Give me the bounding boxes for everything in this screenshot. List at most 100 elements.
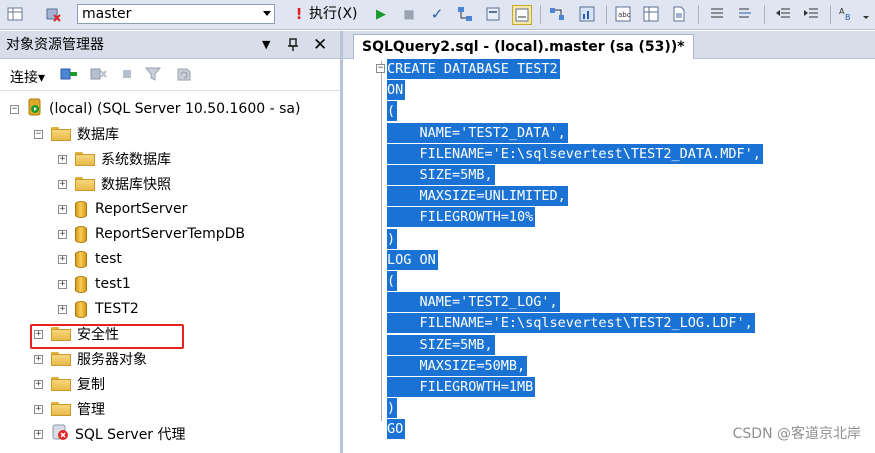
database-icon [75,250,87,268]
expand-icon[interactable]: + [58,179,67,189]
comment-icon[interactable] [708,5,726,23]
results-grid-icon[interactable] [6,5,24,23]
database-icon [75,275,87,293]
code-line: LOG ON [387,249,438,270]
connect-explorer-icon[interactable] [60,66,78,84]
expand-icon[interactable]: + [34,379,43,389]
code-line: SIZE=5MB, [387,334,495,355]
tree-node-label: 服务器对象 [77,352,147,368]
parse-check-icon[interactable]: ✓ [428,5,446,23]
database-selector[interactable]: master [77,4,275,24]
tree-node[interactable]: + test1 [58,273,131,295]
pin-icon[interactable] [287,31,299,59]
tree-node-label: test1 [95,276,131,292]
database-icon [75,225,87,243]
tree-node[interactable]: + ReportServer [58,198,187,220]
tree-node[interactable]: + 服务器对象 [34,348,147,370]
expand-icon[interactable]: + [58,304,67,314]
connect-button[interactable]: 连接▾ [10,67,45,87]
code-line: FILEGROWTH=1MB [387,377,536,397]
database-icon [75,300,87,318]
code-line: ( [387,101,398,122]
client-statistics-icon[interactable] [578,5,596,23]
exclamation-icon: ! [295,5,303,23]
tree-node-label: (local) (SQL Server 10.50.1600 - sa) [49,101,301,117]
expand-icon[interactable]: + [34,404,43,414]
collapse-icon[interactable]: − [10,104,19,114]
folder-icon [75,177,95,191]
results-grid-toggle-icon[interactable] [642,5,660,23]
stop-icon[interactable]: ■ [400,5,418,23]
expand-icon[interactable]: + [58,279,67,289]
chevron-down-icon [263,11,271,16]
object-explorer-panel: 对象资源管理器 ▼ ✕ 连接▾ − (local) (SQL Server 10.… [0,31,343,453]
specify-values-icon[interactable]: AB [838,5,856,23]
sql-agent-icon [51,423,69,445]
tree-node-label: TEST2 [95,301,139,317]
code-line: ) [387,228,398,249]
disconnect-icon[interactable] [90,66,108,84]
code-line: ( [387,271,398,291]
code-line: ) [387,398,398,419]
code-line: MAXSIZE=50MB, [387,355,528,376]
tree-node[interactable]: − 数据库 [34,123,119,145]
window-position-icon[interactable]: ▼ [262,31,270,59]
toolbar-overflow-icon[interactable] [860,5,872,23]
code-line: NAME='TEST2_LOG', [387,292,560,313]
query-editor: SQLQuery2.sql - (local).master (sa (53))… [343,31,875,453]
tree-node[interactable]: + SQL Server 代理 [34,423,186,445]
code-line: CREATE DATABASE TEST2 [387,59,560,79]
code-line: GO [387,419,406,440]
debug-play-icon[interactable]: ▶ [372,5,390,23]
tree-node-label: ReportServerTempDB [95,226,246,242]
expand-icon[interactable]: + [58,154,67,164]
expand-icon[interactable]: + [58,254,67,264]
decrease-indent-icon[interactable] [774,5,792,23]
tree-node-label: 数据库 [77,127,119,143]
uncomment-icon[interactable] [736,5,754,23]
collapse-region-icon[interactable]: − [376,64,385,73]
increase-indent-icon[interactable] [802,5,820,23]
tree-node-label: ReportServer [95,201,188,217]
estimated-plan-icon[interactable] [456,5,474,23]
expand-icon[interactable]: + [58,204,67,214]
toolbar-separator [830,5,831,24]
tree-node[interactable]: + test [58,248,122,270]
tree-node[interactable]: + ReportServerTempDB [58,223,245,245]
tree-node-label: 管理 [77,402,105,418]
execute-button[interactable]: 执行(X) [309,5,358,23]
tab-sqlquery2[interactable]: SQLQuery2.sql - (local).master (sa (53))… [353,34,694,59]
results-to-text-icon[interactable] [512,5,532,25]
tree-node[interactable]: + 数据库快照 [58,173,171,195]
code-line: SIZE=5MB, [387,165,495,185]
toolbar-separator [698,5,699,24]
refresh-icon[interactable] [175,66,193,84]
tree-node[interactable]: + 系统数据库 [58,148,171,170]
object-explorer-title: 对象资源管理器 [6,37,104,53]
query-designer-icon[interactable] [484,5,502,23]
stop-icon[interactable] [120,66,138,84]
close-icon[interactable]: ✕ [313,31,327,59]
results-file-icon[interactable] [670,5,688,23]
change-connection-icon[interactable] [44,5,62,23]
database-icon [75,200,87,218]
object-explorer-title-bar: 对象资源管理器 ▼ ✕ [0,31,340,59]
tree-node[interactable]: − (local) (SQL Server 10.50.1600 - sa) [10,98,300,120]
results-text-icon[interactable]: abc [614,5,632,23]
code-line: ON [387,80,406,101]
tree-node-label: test [95,251,122,267]
expand-icon[interactable]: + [34,354,43,364]
tree-node[interactable]: + 管理 [34,398,105,420]
code-line: FILENAME='E:\sqlsevertest\TEST2_LOG.LDF'… [387,313,755,334]
expand-icon[interactable]: + [34,429,43,439]
annotation-highlight [30,324,184,349]
database-selector-value: master [82,6,132,22]
tree-node[interactable]: + 复制 [34,373,105,395]
tree-node[interactable]: + TEST2 [58,298,139,320]
collapse-icon[interactable]: − [34,129,43,139]
include-plan-icon[interactable] [548,5,566,23]
code-line: NAME='TEST2_DATA', [387,122,568,143]
filter-icon[interactable] [144,66,163,84]
watermark: CSDN @客道京北岸 [732,426,861,442]
expand-icon[interactable]: + [58,229,67,239]
